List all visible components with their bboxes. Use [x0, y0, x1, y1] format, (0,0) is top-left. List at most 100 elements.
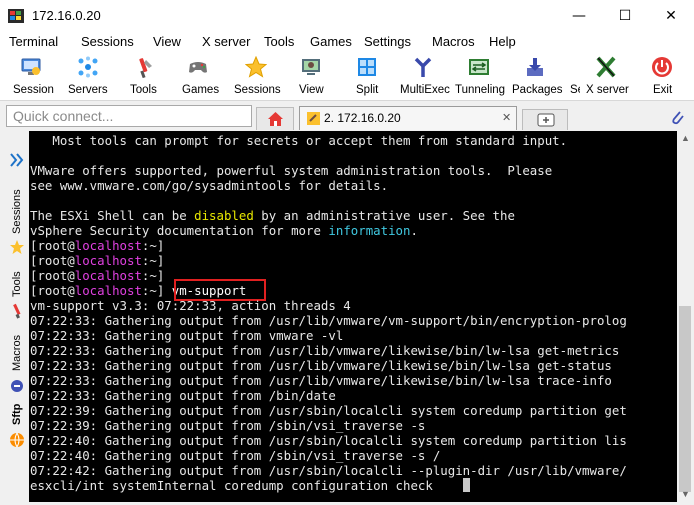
- prompt-path: :~]: [141, 268, 165, 283]
- title-bar: 172.16.0.20 — ☐ ✕: [0, 0, 694, 33]
- menu-sessions[interactable]: Sessions: [81, 34, 134, 49]
- terminal-line: 07:22:39: Gathering output from /sbin/vs…: [30, 418, 426, 433]
- terminal-line: VMware offers supported, powerful system…: [30, 163, 553, 178]
- terminal-line: 07:22:33: Gathering output from vmware -…: [30, 328, 344, 343]
- terminal-output[interactable]: Most tools can prompt for secrets or acc…: [29, 131, 677, 502]
- exit-button[interactable]: Exit: [642, 52, 682, 100]
- session-icon: [21, 58, 41, 75]
- tab-close-icon[interactable]: ✕: [502, 111, 511, 124]
- menu-tools[interactable]: Tools: [264, 34, 294, 49]
- tunneling-icon: [469, 59, 489, 75]
- servers-button[interactable]: Servers: [64, 52, 112, 100]
- sidebar-tab-macros[interactable]: Macros: [6, 330, 28, 376]
- tab-row: Quick connect... 2. 172.16.0.20 ✕: [0, 104, 694, 130]
- sessions-button[interactable]: Sessions: [232, 52, 281, 100]
- quick-connect-input[interactable]: Quick connect...: [6, 105, 252, 127]
- prompt-hostname: localhost: [74, 268, 142, 283]
- new-tab-icon: [537, 113, 555, 127]
- terminal-line: vm-support v3.3: 07:22:33, action thread…: [30, 298, 351, 313]
- scroll-down-icon[interactable]: ▼: [681, 489, 690, 499]
- terminal-line: 07:22:42: Gathering output from /usr/sbi…: [30, 463, 627, 478]
- scrollbar-thumb[interactable]: [679, 306, 691, 492]
- view-icon: [302, 59, 320, 75]
- terminal-line: 07:22:40: Gathering output from /sbin/vs…: [30, 448, 441, 463]
- menu-macros[interactable]: Macros: [432, 34, 475, 49]
- tools-label: Tools: [130, 84, 157, 96]
- settings-button[interactable]: Se: [564, 52, 580, 100]
- terminal-scrollbar[interactable]: ▲ ▼: [677, 131, 694, 502]
- servers-label: Servers: [68, 84, 108, 96]
- information-link[interactable]: information: [328, 223, 410, 238]
- packages-button[interactable]: Packages: [510, 52, 563, 100]
- tunneling-button[interactable]: Tunneling: [454, 52, 506, 100]
- sftp-globe-icon: [10, 432, 24, 448]
- attach-icon[interactable]: [668, 108, 686, 126]
- session-tab-label: 2. 172.16.0.20: [324, 111, 401, 125]
- tools-small-icon: [13, 303, 21, 319]
- exit-label: Exit: [653, 84, 673, 96]
- terminal-prompt: [root@localhost:~]: [30, 238, 164, 253]
- disabled-highlight: disabled: [194, 208, 254, 223]
- prompt-path: :~]: [141, 238, 165, 253]
- menu-games[interactable]: Games: [310, 34, 352, 49]
- expand-sidebar-icon[interactable]: [9, 152, 25, 168]
- prompt-user: [root@: [30, 268, 75, 283]
- prompt-hostname: localhost: [74, 283, 142, 298]
- packages-icon: [527, 58, 543, 76]
- games-icon: [189, 62, 207, 73]
- window-title: 172.16.0.20: [32, 8, 101, 23]
- sessions-label: Sessions: [234, 84, 281, 96]
- maximize-icon: ☐: [618, 8, 632, 24]
- prompt-path: :~]: [141, 253, 165, 268]
- games-label: Games: [182, 84, 220, 96]
- prompt-path: :~]: [141, 283, 165, 298]
- sidebar-tab-sftp[interactable]: Sftp: [6, 400, 28, 428]
- xserver-label: X server: [586, 84, 629, 96]
- tunneling-label: Tunneling: [455, 84, 506, 96]
- xserver-button[interactable]: X server: [584, 52, 629, 100]
- home-tab[interactable]: [256, 107, 294, 130]
- macros-small-icon: [11, 380, 23, 392]
- close-button[interactable]: ✕: [648, 0, 694, 32]
- sessions-star-icon: [10, 240, 24, 254]
- minimize-icon: —: [572, 8, 586, 24]
- games-button[interactable]: Games: [176, 52, 220, 100]
- menu-x-server[interactable]: X server: [202, 34, 250, 49]
- view-label: View: [299, 84, 324, 96]
- menu-settings[interactable]: Settings: [364, 34, 411, 49]
- ssh-session-icon: [307, 112, 320, 125]
- xserver-icon: [596, 56, 616, 78]
- sidebar-tab-sessions[interactable]: Sessions: [6, 186, 28, 238]
- menu-help[interactable]: Help: [489, 34, 516, 49]
- terminal-line: vSphere Security documentation for more …: [30, 223, 418, 238]
- tools-button[interactable]: Tools: [124, 52, 164, 100]
- terminal-line-text: by an administrative user. See the: [253, 208, 515, 223]
- split-button[interactable]: Split: [348, 52, 386, 100]
- add-tab-button[interactable]: [522, 109, 568, 130]
- terminal-line-text: vSphere Security documentation for more: [30, 223, 329, 238]
- terminal-line: esxcli/int systemInternal coredump confi…: [30, 478, 470, 493]
- tab-session-2[interactable]: 2. 172.16.0.20 ✕: [299, 106, 517, 130]
- left-sidebar: Sessions Tools Macros Sftp: [6, 132, 28, 502]
- multiexec-button[interactable]: MultiExec: [398, 52, 450, 100]
- sidebar-tab-tools[interactable]: Tools: [6, 266, 28, 302]
- star-icon: [245, 56, 267, 78]
- packages-label: Packages: [512, 84, 563, 96]
- scroll-up-icon[interactable]: ▲: [681, 133, 690, 143]
- prompt-hostname: localhost: [74, 253, 142, 268]
- tools-icon: [139, 58, 152, 78]
- terminal-line-text: esxcli/int systemInternal coredump confi…: [30, 478, 433, 493]
- terminal-line: Most tools can prompt for secrets or acc…: [30, 133, 568, 148]
- minimize-button[interactable]: —: [556, 0, 602, 32]
- view-button[interactable]: View: [292, 52, 330, 100]
- menu-terminal[interactable]: Terminal: [9, 34, 58, 49]
- session-button[interactable]: Session: [10, 52, 54, 100]
- terminal-line-text: The ESXi Shell can be: [30, 208, 195, 223]
- menu-view[interactable]: View: [153, 34, 181, 49]
- servers-icon: [78, 56, 98, 78]
- terminal-line: 07:22:40: Gathering output from /usr/sbi…: [30, 433, 627, 448]
- maximize-button[interactable]: ☐: [602, 0, 648, 32]
- prompt-hostname: localhost: [74, 238, 142, 253]
- terminal-line: see www.vmware.com/go/sysadmintools for …: [30, 178, 389, 193]
- prompt-user: [root@: [30, 283, 75, 298]
